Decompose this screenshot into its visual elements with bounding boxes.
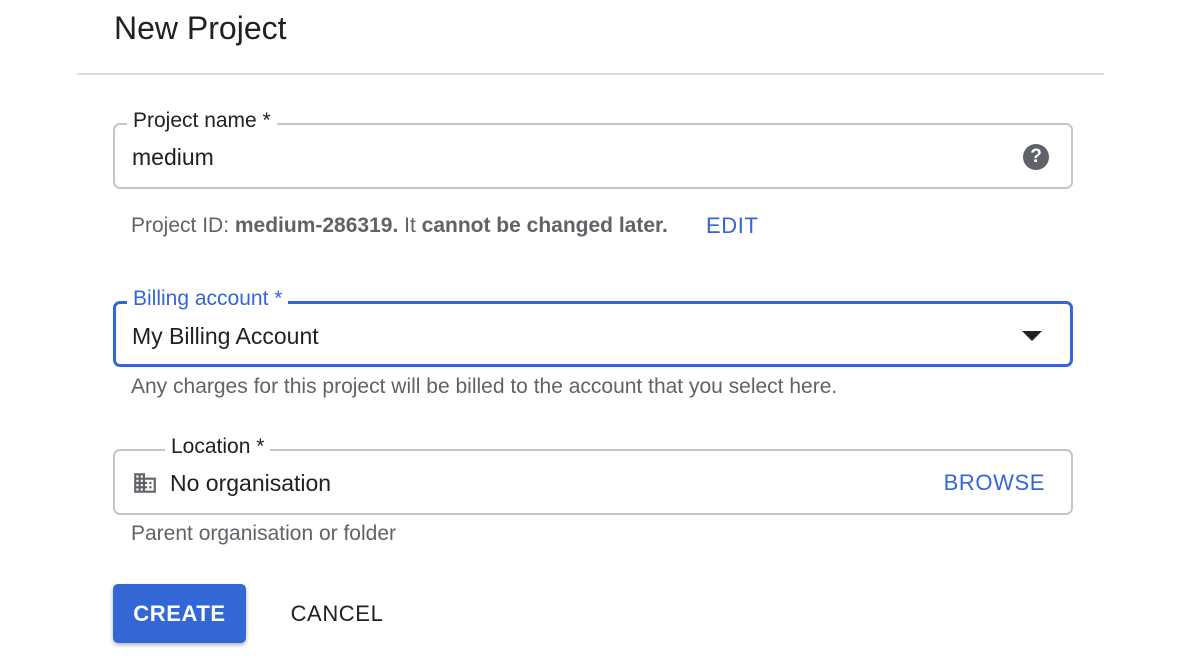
project-name-input[interactable]: medium (132, 143, 214, 171)
edit-project-id-button[interactable]: EDIT (706, 212, 759, 240)
title-divider (77, 73, 1104, 75)
billing-account-label: Billing account * (127, 285, 289, 313)
location-hint: Parent organisation or folder (131, 522, 396, 545)
billing-account-select[interactable]: Billing account * My Billing Account (113, 285, 1073, 367)
location-field[interactable]: Location * No organisation BROWSE (113, 433, 1073, 515)
location-label: Location * (165, 433, 271, 461)
project-id-hint: Project ID: medium-286319. It cannot be … (131, 212, 668, 240)
project-id-value: medium-286319. (234, 214, 399, 237)
new-project-page: New Project Project name * medium ? Proj… (0, 0, 1182, 667)
help-circle-icon[interactable]: ? (1023, 144, 1049, 170)
project-id-warning: cannot be changed later. (421, 214, 668, 237)
project-id-prefix: Project ID: (131, 214, 235, 237)
browse-button[interactable]: BROWSE (944, 469, 1045, 497)
project-name-label: Project name * (127, 107, 277, 135)
project-name-field[interactable]: Project name * medium ? (113, 107, 1073, 189)
cancel-button[interactable]: CANCEL (272, 584, 402, 643)
project-id-middle: It (398, 214, 422, 237)
page-title: New Project (114, 10, 287, 46)
building-icon (134, 473, 156, 493)
billing-account-hint: Any charges for this project will be bil… (131, 375, 838, 398)
billing-account-value: My Billing Account (132, 323, 319, 349)
create-button[interactable]: CREATE (113, 584, 246, 643)
arrow-drop-down-icon[interactable] (1022, 331, 1042, 341)
location-value: No organisation (170, 470, 332, 496)
